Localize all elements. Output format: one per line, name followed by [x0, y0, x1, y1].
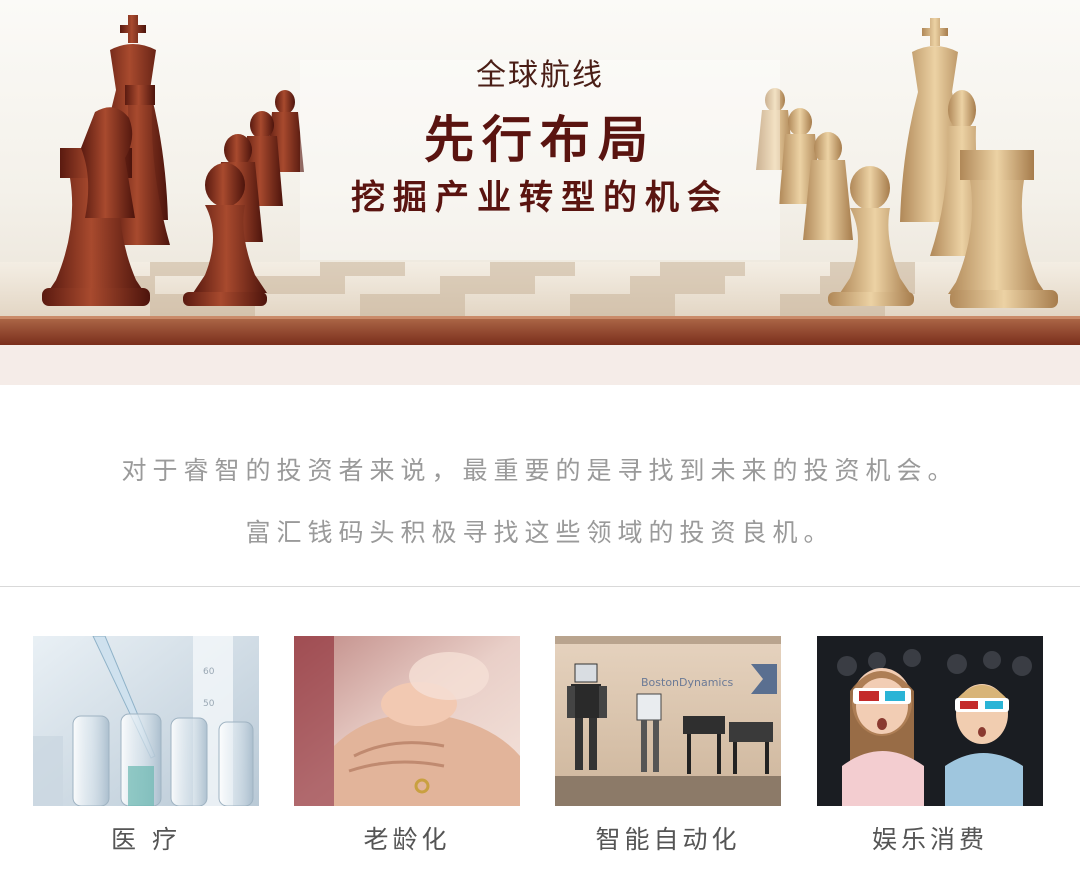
hero-subtitle: 挖掘产业转型的机会	[351, 178, 729, 218]
automation-robots-image: BostonDynamics	[555, 636, 781, 806]
category-tile-medical[interactable]: 60 50 医 疗	[33, 636, 259, 856]
hero-title: 先行布局	[424, 111, 656, 169]
robot-sign-text: BostonDynamics	[641, 676, 734, 689]
category-label: 老龄化	[363, 825, 451, 854]
category-label: 娱乐消费	[871, 825, 988, 854]
category-tile-automation[interactable]: BostonDynamics 智能自动化	[555, 636, 781, 856]
category-tile-entertainment[interactable]: 娱乐消费	[817, 636, 1043, 856]
decorative-band	[0, 345, 1080, 385]
hero-banner: 全球航线 先行布局 挖掘产业转型的机会	[0, 0, 1080, 345]
medical-lab-image: 60 50	[33, 636, 259, 806]
category-label: 医 疗	[111, 825, 181, 854]
intro-line-2: 富汇钱码头积极寻找这些领域的投资良机。	[245, 518, 835, 547]
intro-text: 对于睿智的投资者来说，最重要的是寻找到未来的投资机会。 富汇钱码头积极寻找这些领…	[0, 440, 1080, 564]
category-tile-aging[interactable]: 老龄化	[294, 636, 520, 856]
page: 全球航线 先行布局 挖掘产业转型的机会 对于睿智的投资者来说，最重要的是寻找到未…	[0, 0, 1080, 892]
category-label: 智能自动化	[595, 825, 741, 854]
svg-text:60: 60	[203, 667, 215, 677]
hero-kicker: 全球航线	[476, 58, 604, 93]
aging-hands-image	[294, 636, 520, 806]
entertainment-cinema-image	[817, 636, 1043, 806]
svg-text:50: 50	[203, 699, 215, 709]
category-tiles: 60 50 医 疗 老龄化 BostonDynamics 智能自动化 娱乐消费	[0, 636, 1080, 892]
section-divider	[0, 586, 1080, 587]
intro-line-1: 对于睿智的投资者来说，最重要的是寻找到未来的投资机会。	[121, 456, 959, 485]
